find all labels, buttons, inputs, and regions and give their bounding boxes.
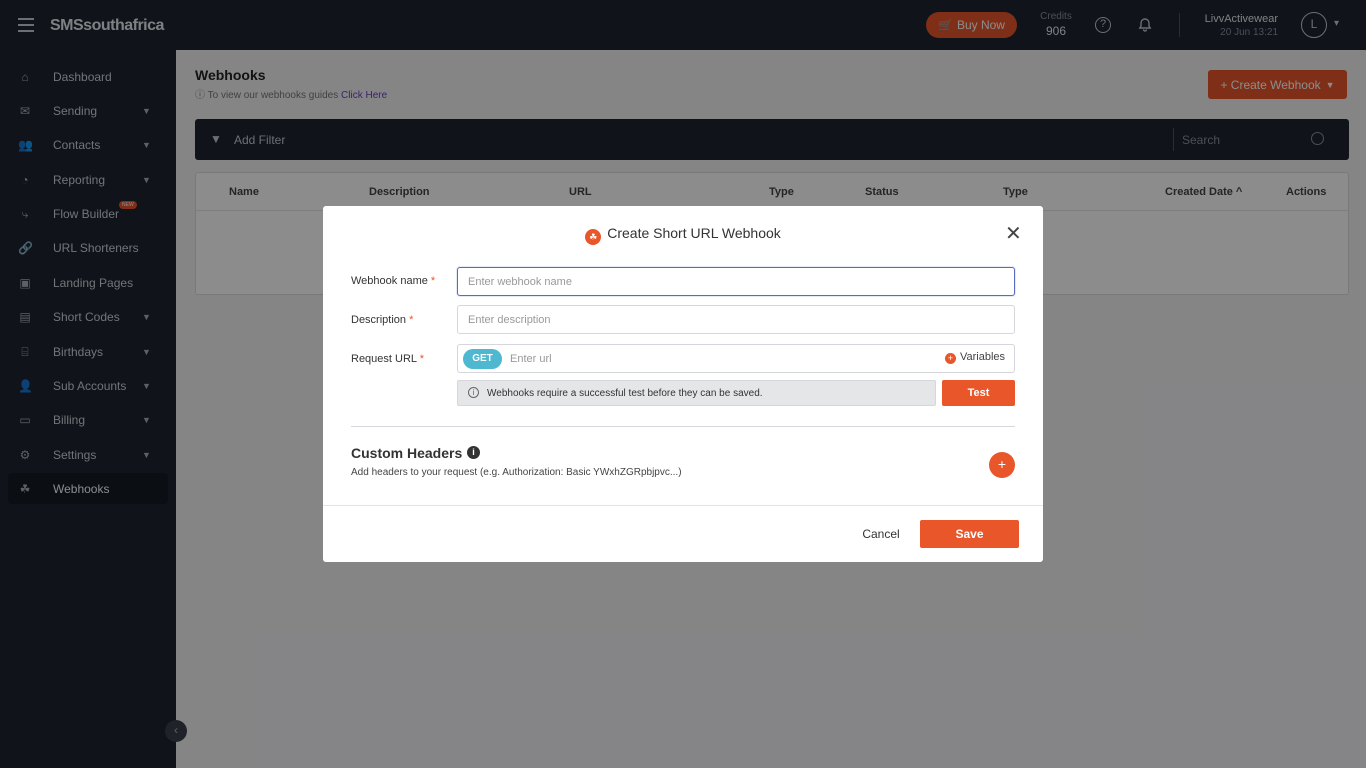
create-webhook-modal: ☘ Create Short URL Webhook ✕ Webhook name… xyxy=(323,206,1043,562)
custom-headers-title: Custom Headers xyxy=(351,445,463,461)
method-select[interactable]: GET xyxy=(463,349,502,369)
url-input[interactable] xyxy=(510,346,930,371)
description-input[interactable] xyxy=(457,305,1015,334)
section-divider xyxy=(351,426,1015,427)
request-url-label: Request URL * xyxy=(351,353,424,365)
required-marker: * xyxy=(409,314,414,326)
info-icon[interactable]: i xyxy=(467,446,480,459)
variables-button[interactable]: + Variables xyxy=(945,351,1005,364)
required-marker: * xyxy=(430,275,436,287)
webhook-icon: ☘ xyxy=(585,229,602,245)
variables-label: Variables xyxy=(960,351,1006,363)
cancel-button[interactable]: Cancel xyxy=(851,524,911,544)
modal-footer-divider xyxy=(323,505,1043,506)
modal-title-text: Create Short URL Webhook xyxy=(607,225,781,241)
custom-headers-description: Add headers to your request (e.g. Author… xyxy=(351,467,682,478)
webhook-name-input[interactable] xyxy=(457,267,1015,296)
add-header-button[interactable]: + xyxy=(989,452,1015,478)
webhook-name-label: Webhook name * xyxy=(351,275,435,287)
description-label: Description * xyxy=(351,314,413,326)
test-required-notice: i Webhooks require a successful test bef… xyxy=(457,380,936,406)
description-label-text: Description xyxy=(351,314,407,326)
plus-icon: + xyxy=(945,353,956,364)
request-url-field: GET + Variables xyxy=(457,344,1015,373)
webhook-name-label-text: Webhook name xyxy=(351,275,428,287)
info-icon: i xyxy=(468,387,479,398)
required-marker: * xyxy=(419,353,424,365)
save-button[interactable]: Save xyxy=(920,520,1019,548)
close-icon[interactable]: ✕ xyxy=(1005,224,1022,244)
request-url-label-text: Request URL xyxy=(351,353,417,365)
test-button[interactable]: Test xyxy=(942,380,1015,406)
modal-title: ☘ Create Short URL Webhook xyxy=(323,225,1043,245)
notice-text: Webhooks require a successful test befor… xyxy=(487,388,763,399)
